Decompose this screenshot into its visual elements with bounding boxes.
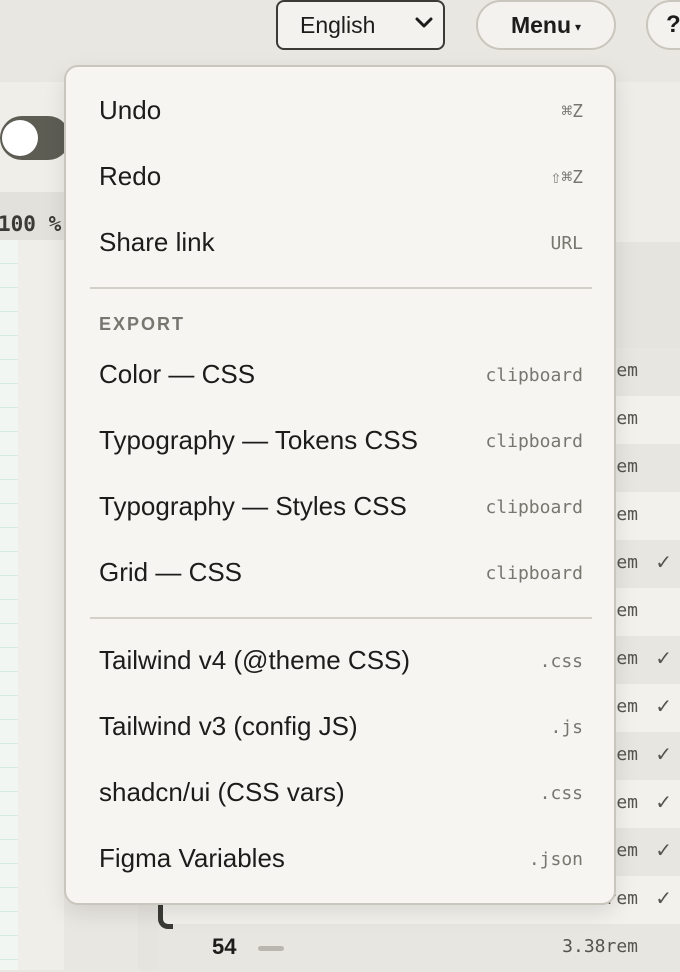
menu-item-label: Tailwind v3 (config JS)	[99, 711, 358, 741]
size-bar	[258, 946, 284, 951]
menu-item-file-type: .css	[539, 651, 583, 672]
menu-item-label: Grid — CSS	[99, 557, 243, 587]
menu-item-label: shadcn/ui (CSS vars)	[99, 777, 345, 807]
menu-item-file-type: .js	[550, 717, 583, 738]
row-rem-value: em	[616, 408, 638, 429]
menu-button-label: Menu	[510, 12, 572, 38]
row-rem-value: em	[616, 648, 638, 669]
check-icon: ✓	[655, 840, 672, 862]
chevron-down-icon	[415, 17, 433, 28]
row-rem-value: em	[616, 600, 638, 621]
row-rem-value: em	[616, 744, 638, 765]
menu-item-shadcn-ui-css-vars[interactable]: shadcn/ui (CSS vars) .css	[66, 763, 614, 825]
row-rem-value: 3.38rem	[562, 936, 638, 957]
menu-item-redo[interactable]: Redo ⇧⌘Z	[66, 147, 614, 209]
caret-down-icon: ▾	[575, 19, 582, 34]
toggle-knob	[2, 120, 38, 156]
row-rem-value: em	[616, 840, 638, 861]
menu-item-destination: clipboard	[485, 563, 583, 584]
language-value: English	[300, 12, 376, 38]
check-icon: ✓	[655, 648, 672, 670]
menu-item-label: Typography — Styles CSS	[99, 491, 407, 521]
menu-item-figma-variables[interactable]: Figma Variables .json	[66, 829, 614, 891]
row-rem-value: em	[616, 360, 638, 381]
menu-item-destination: clipboard	[485, 365, 583, 386]
language-select[interactable]: English	[276, 0, 445, 50]
menu-divider	[90, 617, 592, 619]
check-icon: ✓	[655, 552, 672, 574]
row-rem-value: em	[616, 696, 638, 717]
check-icon: ✓	[655, 696, 672, 718]
menu-item-shortcut: ⌘Z	[561, 101, 583, 122]
menu-item-destination: clipboard	[485, 497, 583, 518]
help-button-label: ?	[666, 11, 680, 38]
zoom-level: 100 %	[0, 212, 62, 236]
export-section-heading: EXPORT	[99, 314, 186, 334]
menu-item-share-link[interactable]: Share link URL	[66, 213, 614, 275]
menu-item-destination: clipboard	[485, 431, 583, 452]
grid-preview	[0, 240, 18, 970]
menu-item-shortcut: URL	[550, 233, 583, 254]
row-rem-value: em	[616, 456, 638, 477]
menu-item-undo[interactable]: Undo ⌘Z	[66, 81, 614, 143]
menu-item-label: Redo	[99, 161, 162, 191]
menu-item-label: Tailwind v4 (@theme CSS)	[99, 645, 411, 675]
menu-item-tailwind-v4-theme-css[interactable]: Tailwind v4 (@theme CSS) .css	[66, 631, 614, 693]
menu-divider	[90, 287, 592, 289]
row-rem-value: em	[616, 552, 638, 573]
check-icon: ✓	[655, 888, 672, 910]
row-size-number: 54	[212, 934, 237, 959]
menu-item-label: Typography — Tokens CSS	[99, 425, 418, 455]
menu-item-typography-tokens-css[interactable]: Typography — Tokens CSS clipboard	[66, 411, 614, 473]
menu-item-label: Color — CSS	[99, 359, 256, 389]
toggle-switch[interactable]	[0, 116, 70, 160]
menu-item-grid-css[interactable]: Grid — CSS clipboard	[66, 543, 614, 605]
menu-item-label: Figma Variables	[99, 843, 285, 873]
menu-item-tailwind-v3-config-js[interactable]: Tailwind v3 (config JS) .js	[66, 697, 614, 759]
menu-item-color-css[interactable]: Color — CSS clipboard	[66, 345, 614, 407]
menu-item-file-type: .json	[528, 849, 583, 870]
menu-item-file-type: .css	[539, 783, 583, 804]
row-rem-value: em	[616, 504, 638, 525]
row-rem-value: em	[616, 792, 638, 813]
menu-dropdown: EXPORT Undo ⌘Z Redo ⇧⌘Z Share link URL Color —…	[64, 65, 616, 905]
check-icon: ✓	[655, 744, 672, 766]
menu-item-typography-styles-css[interactable]: Typography — Styles CSS clipboard	[66, 477, 614, 539]
menu-button[interactable]: Menu ▾	[476, 0, 616, 50]
table-row[interactable]: 54 3.38rem	[158, 924, 680, 972]
check-icon: ✓	[655, 792, 672, 814]
menu-item-label: Undo	[99, 95, 162, 125]
menu-item-shortcut: ⇧⌘Z	[550, 167, 583, 188]
menu-item-label: Share link	[99, 227, 215, 257]
